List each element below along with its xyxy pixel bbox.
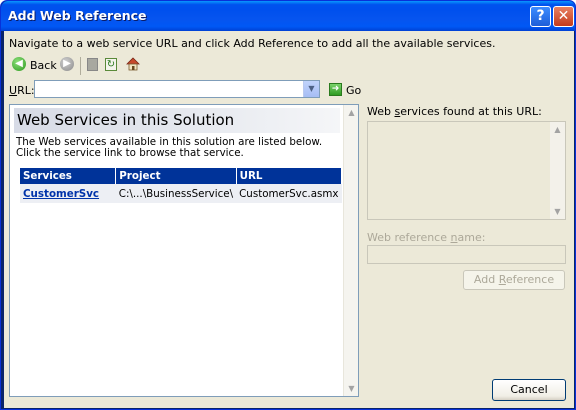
- services-found-list[interactable]: ▲ ▼: [367, 121, 566, 220]
- cancel-button[interactable]: Cancel: [492, 379, 566, 401]
- web-services-description: The Web services available in this solut…: [16, 136, 323, 159]
- stop-icon[interactable]: [87, 58, 98, 71]
- web-reference-name-label: Web reference name:: [367, 231, 486, 244]
- service-cell: CustomerSvc: [20, 184, 116, 203]
- services-table: Services Project URL CustomerSvc C:\...\…: [20, 168, 343, 203]
- chevron-down-icon[interactable]: ▼: [303, 81, 319, 97]
- scroll-up-arrow-icon[interactable]: ▲: [345, 106, 358, 119]
- back-button-label[interactable]: Back: [30, 59, 57, 72]
- forward-arrow-icon[interactable]: ▶: [60, 57, 74, 71]
- instructions-text: Navigate to a web service URL and click …: [9, 37, 496, 50]
- service-link-customersvc[interactable]: CustomerSvc: [23, 188, 99, 200]
- column-header-url: URL: [236, 168, 343, 184]
- web-services-heading: Web Services in this Solution: [14, 108, 340, 133]
- url-input[interactable]: [35, 81, 303, 97]
- help-button[interactable]: ?: [530, 6, 551, 27]
- services-found-label: Web services found at this URL:: [367, 105, 542, 118]
- go-button-label[interactable]: Go: [346, 84, 361, 97]
- web-reference-name-field[interactable]: [367, 245, 566, 264]
- add-reference-button[interactable]: Add Reference: [463, 270, 565, 290]
- scroll-down-arrow-icon[interactable]: ▼: [345, 382, 358, 395]
- url-combobox[interactable]: ▼: [34, 80, 320, 98]
- scroll-up-arrow-icon[interactable]: ▲: [551, 123, 564, 136]
- scroll-down-arrow-icon[interactable]: ▼: [551, 205, 564, 218]
- services-found-scrollbar[interactable]: ▲ ▼: [550, 122, 565, 219]
- browser-toolbar: ◀ Back ▶ ↻: [9, 55, 209, 77]
- browser-scrollbar[interactable]: ▲ ▼: [343, 105, 358, 396]
- url-cell: CustomerSvc.asmx: [236, 184, 342, 203]
- browser-pane[interactable]: Web Services in this Solution The Web se…: [9, 104, 359, 397]
- url-label: URL:: [9, 84, 35, 97]
- title-bar[interactable]: Add Web Reference ? ✕: [1, 1, 575, 31]
- add-web-reference-dialog: Add Web Reference ? ✕ Navigate to a web …: [0, 0, 576, 410]
- column-header-services: Services: [20, 168, 117, 184]
- dialog-title: Add Web Reference: [8, 8, 147, 23]
- column-header-project: Project: [115, 168, 237, 184]
- project-cell: C:\...\BusinessService\: [115, 184, 237, 203]
- toolbar-separator: [80, 57, 81, 75]
- refresh-icon[interactable]: ↻: [105, 58, 117, 71]
- close-button[interactable]: ✕: [553, 6, 574, 27]
- table-header-row: Services Project URL: [20, 168, 343, 184]
- dialog-client-area: Navigate to a web service URL and click …: [4, 31, 574, 408]
- back-arrow-icon[interactable]: ◀: [12, 57, 26, 71]
- go-arrow-icon[interactable]: ➜: [329, 83, 342, 96]
- table-row: CustomerSvc C:\...\BusinessService\ Cust…: [20, 184, 342, 203]
- home-icon[interactable]: [126, 57, 140, 71]
